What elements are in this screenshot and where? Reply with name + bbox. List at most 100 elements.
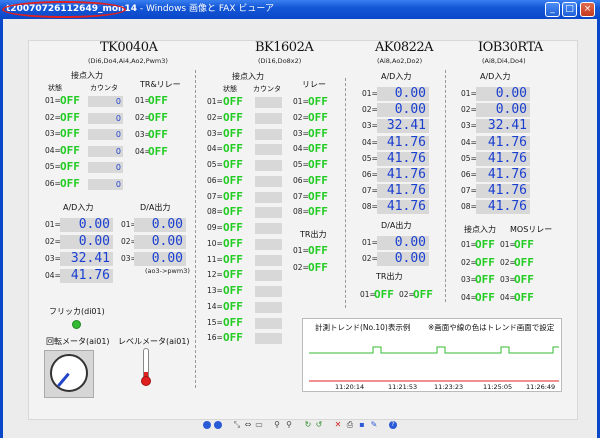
- iob-mos-state: OFF: [514, 290, 534, 304]
- iob-ad-number: 07=: [461, 186, 477, 196]
- bk-input-state: OFF: [223, 236, 243, 250]
- tk-rotary-label: 回転メータ(ai01): [46, 337, 110, 346]
- ak-ad-value: 41.76: [377, 151, 429, 166]
- bk-tr-state: OFF: [308, 261, 328, 274]
- iob-ad-value: 0.00: [476, 87, 530, 101]
- tk-input-number: 06=: [45, 178, 61, 188]
- bk-tr-state: OFF: [308, 244, 328, 257]
- iob-ad-value: 0.00: [476, 103, 530, 118]
- iob-input-state: OFF: [475, 273, 495, 286]
- tk-ad-value: 0.00: [60, 235, 113, 249]
- tk-ad-title: A/D入力: [63, 203, 94, 212]
- tk-output-state: OFF: [148, 94, 168, 107]
- rotate-clockwise-icon[interactable]: ↻: [304, 421, 312, 429]
- tk-input-state: OFF: [60, 176, 80, 190]
- ak-ad-value: 0.00: [377, 87, 429, 101]
- iob-ad-number: 08=: [461, 202, 477, 212]
- tk-ad-value: 32.41: [60, 252, 113, 266]
- bk-input-counter: [255, 301, 282, 313]
- iob-module-spec: (Ai8,Di4,Do4): [482, 57, 526, 65]
- iob-ad-number: 02=: [461, 105, 477, 115]
- column-divider: [445, 70, 446, 302]
- tk-input-counter: 0: [88, 112, 123, 124]
- bk-input-state: OFF: [223, 315, 243, 329]
- previous-image-icon[interactable]: [203, 421, 211, 429]
- slideshow-icon[interactable]: ▭: [255, 421, 263, 429]
- zoom-out-icon[interactable]: ⚲: [285, 421, 293, 429]
- bk-input-state: OFF: [223, 189, 243, 203]
- ak-da-number: 02=: [362, 254, 378, 263]
- iob-ad-number: 05=: [461, 153, 477, 163]
- bk-relay-number: 07=: [293, 191, 309, 201]
- bk-relay-state: OFF: [308, 205, 328, 219]
- tk-input-counter: 0: [88, 145, 123, 157]
- save-icon[interactable]: ▪: [358, 421, 366, 429]
- bk-relay-state: OFF: [308, 142, 328, 156]
- tk-input-number: 05=: [45, 162, 61, 171]
- bk-input-counter: [255, 223, 282, 234]
- iob-mos-state: OFF: [514, 273, 534, 286]
- bk-input-state: OFF: [223, 284, 243, 297]
- bk-tr-number: 02=: [293, 263, 309, 272]
- tk-da-value: 0.00: [134, 235, 186, 249]
- ak-ad-number: 07=: [362, 186, 378, 196]
- bk-state-header: 状態: [223, 85, 237, 93]
- rotate-counterclockwise-icon[interactable]: ↺: [315, 421, 323, 429]
- ak-ad-number: 03=: [362, 121, 378, 131]
- bk-tr-number: 01=: [293, 246, 309, 255]
- bk-input-number: 01=: [207, 97, 223, 106]
- tk-input-state: OFF: [60, 143, 80, 157]
- tk-input-number: 01=: [45, 96, 61, 105]
- tk-input-number: 03=: [45, 129, 61, 138]
- next-image-icon[interactable]: [214, 421, 222, 429]
- bk-relay-state: OFF: [308, 95, 328, 108]
- column-divider: [195, 70, 196, 388]
- iob-ad-value: 41.76: [476, 135, 530, 150]
- bk-relay-state: OFF: [308, 158, 328, 171]
- bk-input-state: OFF: [223, 299, 243, 313]
- rotary-meter-icon: [44, 350, 94, 398]
- bk-relay-number: 06=: [293, 175, 309, 185]
- bk-relay-state: OFF: [308, 189, 328, 203]
- bk-input-counter: [255, 191, 282, 203]
- bk-input-counter: [255, 175, 282, 187]
- delete-icon[interactable]: ✕: [334, 421, 342, 429]
- bk-input-state: OFF: [223, 158, 243, 171]
- bk-contact-title: 接点入力: [232, 72, 264, 81]
- trend-line-green: [309, 346, 559, 354]
- bk-input-state: OFF: [223, 252, 243, 266]
- actual-size-icon[interactable]: ⇔: [244, 421, 252, 429]
- bk-relay-number: 02=: [293, 112, 309, 122]
- bk-input-number: 10=: [207, 238, 223, 248]
- trend-time-1: 11:20:14: [335, 383, 365, 391]
- iob-mos-title: MOSリレー: [510, 225, 553, 234]
- bk-input-counter: [255, 286, 282, 297]
- trend-chart: 計測トレンド(No.10)表示例 ※画面や線の色はトレンド画面で設定 11:20…: [302, 318, 562, 392]
- bk-input-state: OFF: [223, 95, 243, 108]
- edit-icon[interactable]: ✎: [370, 421, 378, 429]
- zoom-in-icon[interactable]: ⚲: [273, 421, 281, 429]
- bk-input-number: 02=: [207, 112, 223, 122]
- ak-ad-value: 41.76: [377, 184, 429, 199]
- trend-time-3: 11:23:23: [434, 383, 464, 391]
- tk-da-note: (ao3->pwm3): [145, 267, 190, 275]
- tk-ad-number: 02=: [45, 237, 61, 246]
- bk-relay-state: OFF: [308, 126, 328, 140]
- iob-mos-state: OFF: [514, 255, 534, 269]
- tk-input-state: OFF: [60, 110, 80, 124]
- ak-ad-number: 05=: [362, 153, 378, 163]
- column-divider: [345, 78, 346, 308]
- ak-ad-number: 01=: [362, 89, 378, 98]
- tk-da-value: 0.00: [134, 218, 186, 232]
- bk-input-counter: [255, 238, 282, 250]
- bk-input-number: 04=: [207, 144, 223, 154]
- best-fit-icon[interactable]: ⤡: [233, 421, 241, 429]
- help-icon[interactable]: ?: [389, 421, 397, 429]
- tk-input-state: OFF: [60, 160, 80, 173]
- ak-tr-state: OFF: [374, 288, 394, 301]
- iob-contact-title: 接点入力: [464, 225, 496, 234]
- iob-ad-value: 41.76: [476, 168, 530, 182]
- tk-module-spec: (Di6,Do4,Ai4,Ao2,Pwm3): [88, 57, 168, 65]
- tk-input-counter: 0: [88, 162, 123, 173]
- print-icon[interactable]: ⎙: [346, 421, 354, 429]
